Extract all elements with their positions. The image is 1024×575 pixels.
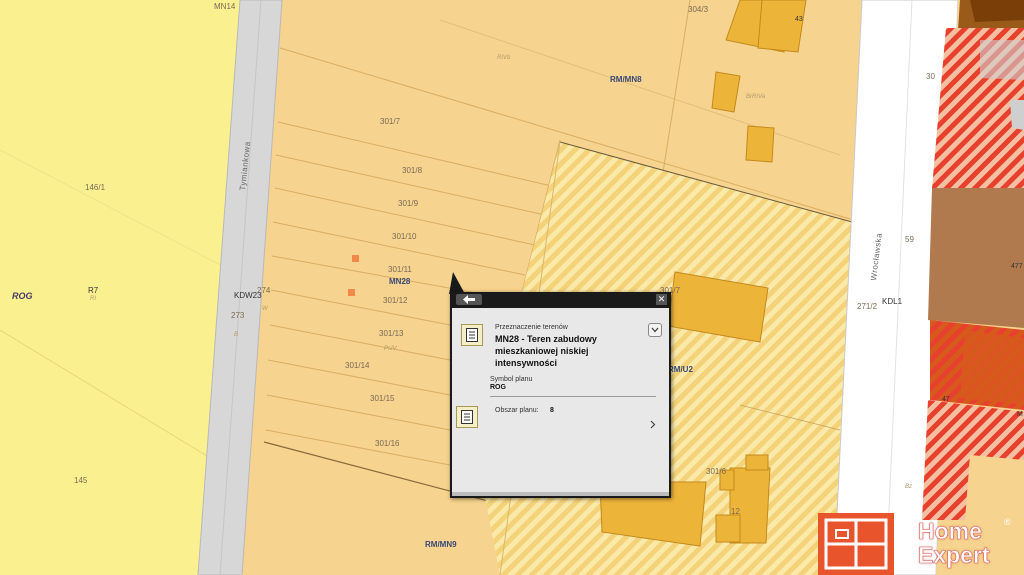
map-label: W [262,306,268,312]
parcel-label: 301/10 [392,232,417,241]
parcel-label: 301/16 [375,439,400,448]
parcel-label: 12 [731,507,740,516]
logo-line-home: Home [918,518,983,544]
registered-mark: ® [1004,517,1011,527]
document-icon[interactable] [456,406,478,428]
parcel-label: 271/2 [857,302,878,311]
chevron-down-icon [651,327,659,333]
zone-label: ROG [12,291,33,301]
chevron-right-icon [650,420,656,429]
parcel-label: 301/14 [345,361,370,370]
map-label: MN14 [214,2,236,11]
parcel-label: 145 [74,476,88,485]
plan-area-value: 8 [550,407,554,414]
parcel-label: 301/12 [383,296,408,305]
map-label: Bz [905,484,913,490]
map-label: M [1017,411,1023,418]
map-label: B [234,332,239,338]
home-expert-logo: Home Expert ® [818,513,1024,575]
parcel-label: 273 [231,311,245,320]
parcel-label: 146/1 [85,183,106,192]
parcel-label: 59 [905,235,914,244]
map-label: 304/3 [688,5,709,14]
document-icon[interactable] [461,324,483,346]
next-button[interactable] [650,420,656,432]
parcel-label: 301/6 [706,467,727,476]
parcel-label: 301/9 [398,199,419,208]
map-label: BrRIVa [746,94,766,100]
arrow-left-icon [463,295,475,304]
info-popup: ✕ Przeznaczenie terenów MN28 - Teren zab… [450,292,671,498]
zone-label: MN28 [389,277,411,286]
map-label: RIVb [497,55,511,61]
zone-label: RM/MN9 [425,540,457,549]
parcel-label: 274 [257,286,271,295]
map-label: 43 [795,16,803,23]
parcel-label: 477 [1011,263,1023,270]
zone-label: KDL1 [882,297,903,306]
zone-label: RM/U2 [668,365,693,374]
popup-pointer [449,272,465,294]
logo-text: Home Expert [918,518,990,568]
parcel-label: 30 [926,72,935,81]
zone-label: R7 [88,286,99,295]
parcel-label: 47 [942,396,950,403]
divider [490,396,656,397]
close-button[interactable]: ✕ [656,294,667,305]
parcel-label: 301/7 [380,117,401,126]
parcel-label: 301/11 [388,265,412,274]
popup-header: ✕ [452,294,669,308]
section-caption: Przeznaczenie terenów [495,324,568,331]
zone-label: RM/MN8 [610,75,642,84]
logo-line-expert: Expert [918,542,990,568]
symbol-caption: Symbol planu [490,376,533,383]
zone-title: MN28 - Teren zabudowy mieszkaniowej nisk… [495,334,597,368]
popup-footer [452,492,669,496]
expand-button[interactable] [648,323,662,337]
map-label: RI [90,296,96,302]
parcel-label: 301/13 [379,329,404,338]
parcel-label: 301/8 [402,166,423,175]
map-label: PsIV [384,346,397,352]
parcel-label: 301/15 [370,394,395,403]
plan-area-label: Obszar planu: [495,407,539,414]
back-button[interactable] [456,294,482,305]
symbol-value: ROG [490,384,506,391]
